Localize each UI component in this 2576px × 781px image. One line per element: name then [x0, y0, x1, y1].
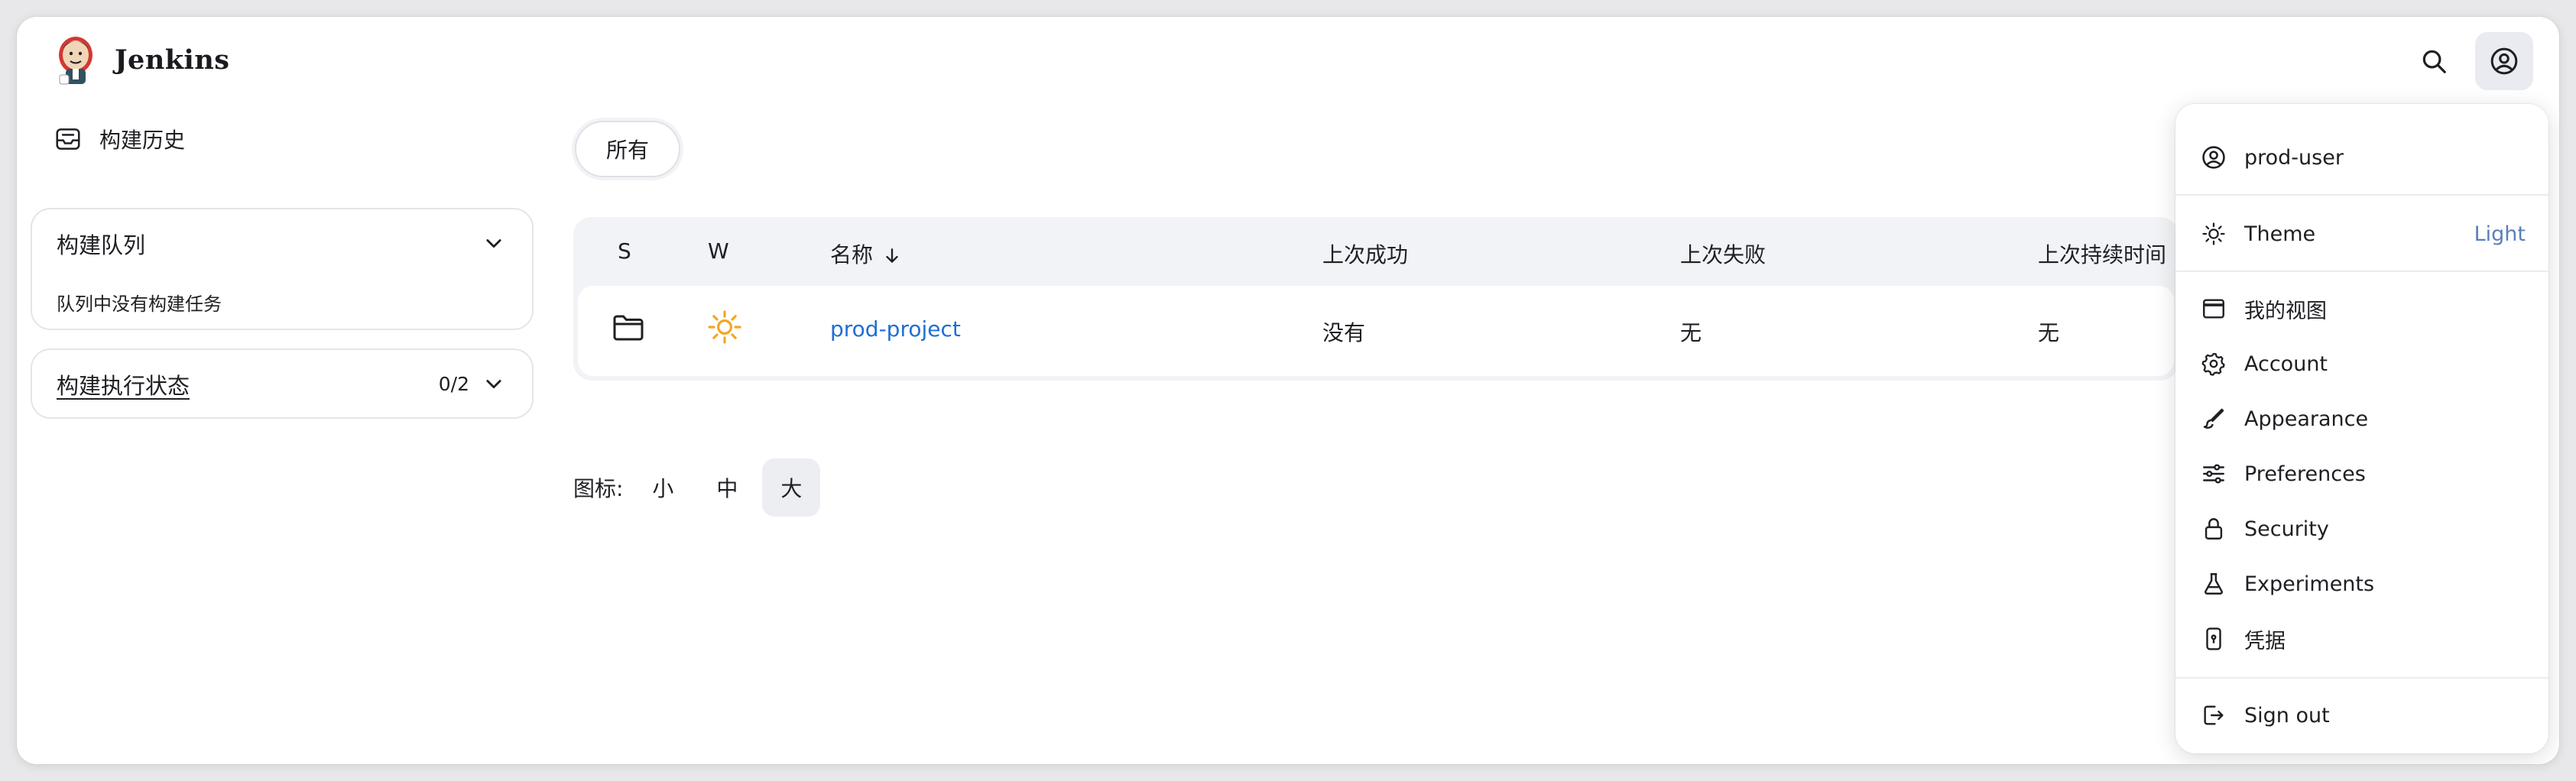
executor-count: 0/2: [438, 373, 469, 395]
menu-theme-label: Theme: [2244, 222, 2316, 246]
menu-sign-out-label: Sign out: [2244, 703, 2330, 728]
menu-divider: [2175, 677, 2548, 679]
search-button[interactable]: [2405, 32, 2463, 90]
tab-all-label: 所有: [605, 138, 649, 163]
inbox-icon: [56, 128, 80, 150]
user-circle-icon: [2202, 146, 2225, 169]
sliders-icon: [2203, 464, 2224, 484]
window-icon: [2203, 299, 2224, 319]
col-weather[interactable]: W: [708, 238, 729, 264]
jenkins-logo: [59, 37, 92, 85]
executor-status-link[interactable]: 构建执行状态: [57, 368, 190, 400]
search-icon: [2422, 50, 2446, 73]
menu-item-label: Security: [2244, 517, 2329, 541]
user-menu-button[interactable]: [2475, 32, 2533, 90]
icon-size-medium[interactable]: 中: [698, 459, 756, 517]
menu-item-my-views[interactable]: 我的视图: [2185, 286, 2539, 332]
table-header: S W 名称 上次成功 上次失败 上次持续时间: [573, 217, 2179, 286]
icon-size-label: 图标:: [573, 476, 624, 501]
last-success-cell: 没有: [1322, 320, 1366, 345]
menu-item-label: Account: [2244, 352, 2328, 376]
user-circle-icon: [2490, 47, 2518, 75]
chevron-down-icon[interactable]: [483, 373, 504, 394]
projects-table: S W 名称 上次成功 上次失败 上次持续时间 prod-project 没有 …: [573, 217, 2179, 381]
menu-item-user[interactable]: prod-user: [2185, 134, 2539, 180]
col-status[interactable]: S: [618, 238, 631, 264]
gear-icon: [2201, 352, 2225, 376]
sign-out-icon: [2204, 705, 2224, 725]
col-name[interactable]: 名称: [830, 238, 902, 269]
brand-name: Jenkins: [115, 44, 230, 76]
menu-item-security[interactable]: Security: [2185, 506, 2539, 552]
icon-size-large[interactable]: 大: [762, 459, 821, 517]
col-last-duration[interactable]: 上次持续时间: [2038, 238, 2166, 269]
menu-item-preferences[interactable]: Preferences: [2185, 451, 2539, 497]
menu-item-credentials[interactable]: 凭据: [2185, 616, 2539, 662]
col-name-label: 名称: [830, 242, 874, 267]
lock-icon: [2205, 518, 2223, 540]
build-queue-panel: 构建队列 队列中没有构建任务: [31, 208, 534, 330]
folder-icon: [613, 315, 644, 341]
menu-theme-value: Light: [2474, 222, 2526, 246]
col-last-success[interactable]: 上次成功: [1322, 238, 1408, 269]
build-queue-title: 构建队列: [57, 232, 146, 258]
menu-item-label: Experiments: [2244, 572, 2375, 596]
chevron-down-icon[interactable]: [483, 232, 504, 254]
brush-icon: [2203, 408, 2224, 429]
menu-item-experiments[interactable]: Experiments: [2185, 561, 2539, 607]
executor-status-panel: 构建执行状态 0/2: [31, 348, 534, 419]
menu-item-sign-out[interactable]: Sign out: [2185, 692, 2539, 738]
menu-item-label: Preferences: [2244, 462, 2366, 486]
menu-item-appearance[interactable]: Appearance: [2185, 396, 2539, 442]
icon-size-small[interactable]: 小: [634, 459, 692, 517]
build-history-link[interactable]: 构建历史: [54, 124, 185, 154]
col-last-failure[interactable]: 上次失败: [1680, 238, 1766, 269]
last-duration-cell: 无: [2038, 320, 2060, 345]
last-failure-cell: 无: [1680, 320, 1702, 345]
project-link[interactable]: prod-project: [830, 316, 961, 342]
menu-divider: [2175, 271, 2548, 272]
menu-item-label: 凭据: [2244, 629, 2286, 653]
menu-item-theme[interactable]: Theme Light: [2185, 211, 2539, 257]
icon-size-selector: 图标: 小 中 大: [573, 459, 826, 517]
sun-icon: [2202, 222, 2225, 245]
tab-all[interactable]: 所有: [575, 121, 680, 177]
sun-icon: [708, 310, 741, 344]
arrow-down-icon: [886, 248, 898, 263]
build-history-label: 构建历史: [99, 128, 186, 153]
menu-username: prod-user: [2244, 145, 2344, 170]
phone-key-icon: [2206, 627, 2221, 650]
menu-item-label: Appearance: [2244, 407, 2369, 431]
user-dropdown-menu: prod-user Theme Light 我的视图 Account Appea…: [2175, 104, 2548, 753]
build-queue-empty-text: 队列中没有构建任务: [57, 293, 222, 315]
jenkins-home-link[interactable]: Jenkins: [54, 32, 229, 87]
menu-divider: [2175, 194, 2548, 196]
table-row: prod-project 没有 无 无: [578, 286, 2174, 376]
menu-item-label: 我的视图: [2244, 299, 2327, 323]
jenkins-window: Jenkins 构建历史 构建队列 队列中没有构建任务 构建执行状态 0/2 所…: [17, 17, 2559, 764]
flask-icon: [2205, 573, 2223, 595]
menu-item-account[interactable]: Account: [2185, 341, 2539, 387]
